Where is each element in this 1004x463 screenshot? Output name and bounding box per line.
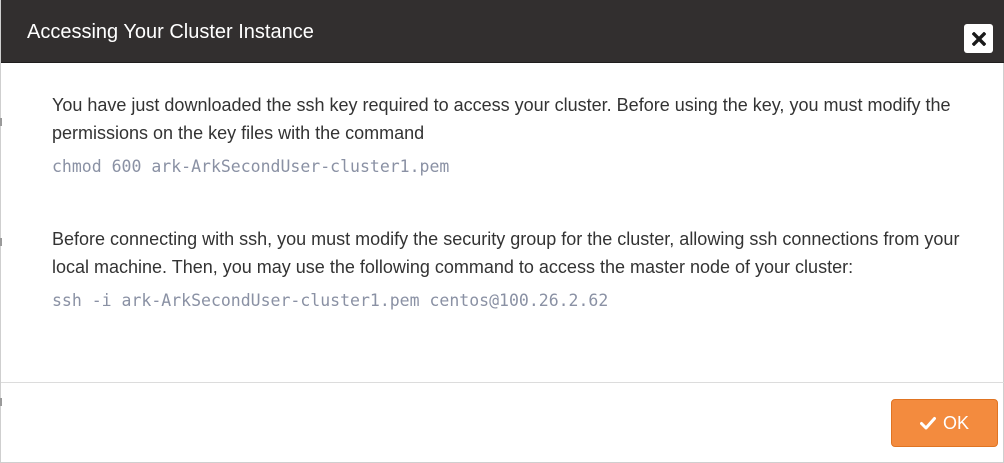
permissions-text: You have just downloaded the ssh key req… xyxy=(52,95,951,143)
edge-mark xyxy=(0,118,2,126)
instruction-ssh: Before connecting with ssh, you must mod… xyxy=(52,225,972,315)
cluster-access-dialog: Accessing Your Cluster Instance You have… xyxy=(0,0,1004,463)
ssh-command: ssh -i ark-ArkSecondUser-cluster1.pem ce… xyxy=(52,291,609,310)
ssh-text: Before connecting with ssh, you must mod… xyxy=(52,229,960,277)
chmod-command: chmod 600 ark-ArkSecondUser-cluster1.pem xyxy=(52,157,450,176)
ok-label: OK xyxy=(942,412,969,433)
edge-mark xyxy=(0,238,2,246)
close-button[interactable] xyxy=(964,24,993,53)
checkmark-icon xyxy=(919,416,936,430)
edge-mark xyxy=(0,398,2,406)
ok-button[interactable]: OK xyxy=(891,399,998,447)
close-icon xyxy=(971,31,986,46)
dialog-body: You have just downloaded the ssh key req… xyxy=(1,63,1004,382)
dialog-header: Accessing Your Cluster Instance xyxy=(1,0,1004,63)
dialog-title: Accessing Your Cluster Instance xyxy=(27,21,314,43)
dialog-footer: OK xyxy=(1,383,1004,463)
instruction-permissions: You have just downloaded the ssh key req… xyxy=(52,91,972,181)
